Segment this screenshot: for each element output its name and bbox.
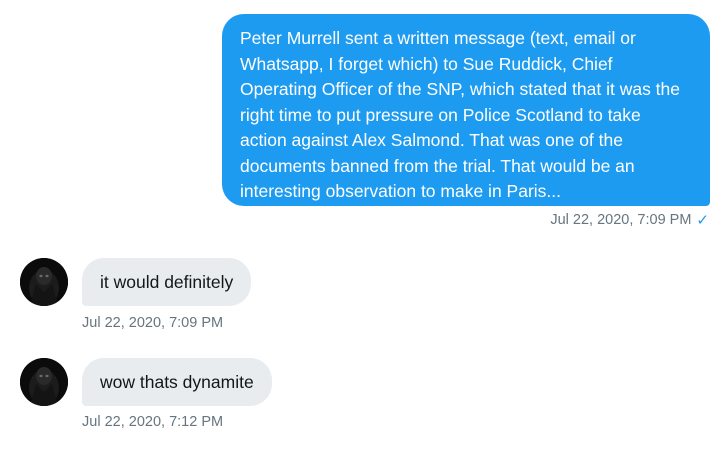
sent-message-timestamp: Jul 22, 2020, 7:09 PM [550,212,692,228]
checkmark-icon: ✓ [696,211,709,229]
avatar[interactable] [20,258,68,306]
avatar[interactable] [20,358,68,406]
received-message-timestamp: Jul 22, 2020, 7:12 PM [82,414,224,430]
received-message-timestamp: Jul 22, 2020, 7:09 PM [82,315,224,331]
received-message-text: it would definitely [100,272,234,292]
sent-message-text: Peter Murrell sent a written message (te… [240,28,681,201]
sent-message-meta: Jul 22, 2020, 7:09 PM ✓ [550,212,709,228]
received-message-bubble[interactable]: it would definitely [82,258,252,306]
avatar-image [20,358,68,406]
avatar-image [20,258,68,306]
sent-message-bubble[interactable]: Peter Murrell sent a written message (te… [222,14,710,206]
received-message-bubble[interactable]: wow thats dynamite [82,358,272,406]
received-message-text: wow thats dynamite [100,372,254,392]
message-thread: Peter Murrell sent a written message (te… [0,0,721,455]
